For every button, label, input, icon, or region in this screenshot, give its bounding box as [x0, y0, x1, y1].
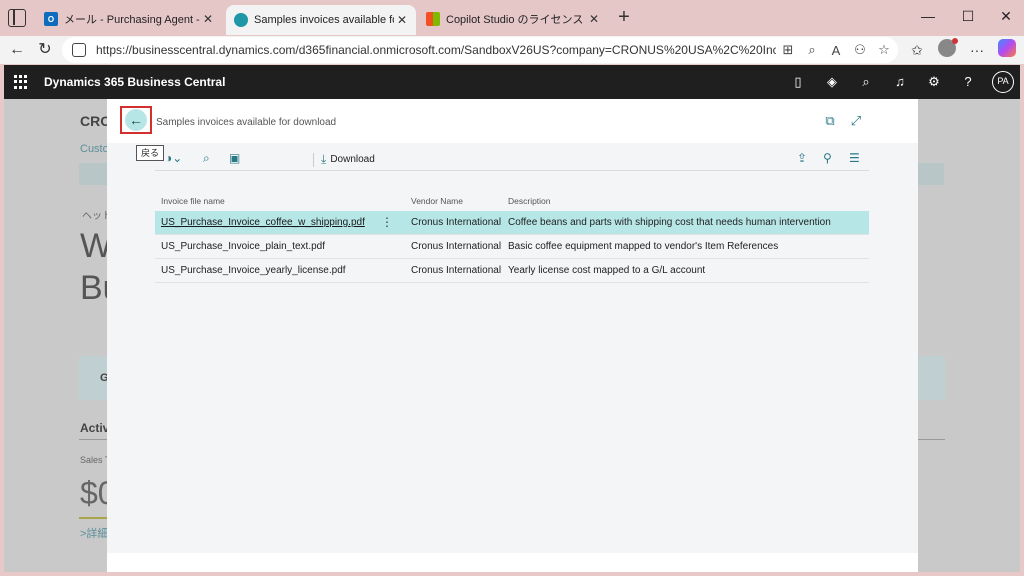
copilot-icon[interactable]	[998, 39, 1016, 57]
table-row[interactable]: US_Purchase_Invoice_yearly_license.pdf C…	[155, 259, 869, 283]
filter-icon[interactable]: ⚲	[823, 151, 832, 165]
description-cell: Coffee beans and parts with shipping cos…	[508, 217, 831, 228]
filter-chip-right	[914, 163, 944, 185]
bell-icon[interactable]: ♫	[892, 74, 908, 90]
tab-title: Copilot Studio のライセンス - Microsoft	[446, 14, 586, 26]
tab-actions-icon[interactable]	[8, 9, 26, 27]
column-description[interactable]: Description	[508, 196, 551, 206]
business-central-icon	[234, 13, 248, 27]
close-tab-icon[interactable]: ✕	[394, 13, 410, 27]
list-view-icon[interactable]: ☰	[849, 151, 860, 165]
document-icon[interactable]: ▯	[790, 74, 806, 90]
row-actions-icon[interactable]: ⋮	[381, 215, 393, 229]
column-file-name[interactable]: Invoice file name	[161, 196, 225, 206]
back-button[interactable]: ←	[120, 106, 152, 134]
open-new-window-icon[interactable]: ⧉	[822, 113, 838, 129]
notification-dot	[952, 38, 958, 44]
activities-title: Activ	[80, 421, 110, 435]
favorites-icon[interactable]: ✩	[906, 40, 928, 60]
description-cell: Yearly license cost mapped to a G/L acco…	[508, 265, 706, 276]
help-icon[interactable]: ?	[960, 74, 976, 90]
search-icon[interactable]: ⌕	[858, 74, 874, 90]
app-bar: Dynamics 365 Business Central ▯ ◈ ⌕ ♫ ⚙ …	[4, 65, 1020, 99]
samples-dialog: ← Samples invoices available for downloa…	[107, 99, 918, 572]
grid-header: Invoice file name Vendor Name Descriptio…	[155, 193, 869, 211]
file-name-cell[interactable]: US_Purchase_Invoice_coffee_w_shipping.pd…	[161, 217, 365, 228]
edit-in-excel-icon[interactable]: ▣	[229, 151, 240, 165]
vendor-cell: Cronus International	[411, 241, 502, 252]
close-tab-icon[interactable]: ✕	[586, 12, 602, 26]
site-info-icon[interactable]	[72, 43, 86, 57]
back-tooltip: 戻る	[136, 145, 164, 161]
more-options-icon[interactable]: ···	[966, 40, 988, 60]
file-name-cell[interactable]: US_Purchase_Invoice_yearly_license.pdf	[161, 265, 346, 276]
address-bar[interactable]: https://businesscentral.dynamics.com/d36…	[62, 37, 898, 63]
download-icon: ⤓	[321, 152, 327, 166]
close-window-icon[interactable]: ✕	[996, 8, 1016, 25]
share-list-icon[interactable]: ⇪	[797, 151, 807, 165]
vendor-cell: Cronus International	[411, 217, 502, 228]
sales-label: Sales T	[80, 455, 111, 465]
outlook-icon: O	[44, 12, 58, 26]
download-label: Download	[330, 154, 375, 165]
tab-title: メール - Purchasing Agent - Outlook	[64, 14, 200, 26]
tab-outlook[interactable]: O メール - Purchasing Agent - Outlook ✕	[36, 6, 222, 32]
expand-icon[interactable]: ⤢	[848, 113, 864, 129]
copilot-actions-icon[interactable]: ◑⌄	[165, 151, 182, 165]
table-row[interactable]: US_Purchase_Invoice_coffee_w_shipping.pd…	[155, 211, 869, 235]
avatar[interactable]: PA	[992, 71, 1014, 93]
tab-samples-invoices[interactable]: Samples invoices available for download …	[226, 5, 416, 35]
dialog-body: 戻る ◑⌄ ⌕ ▣ ⤓ Download ⇪ ⚲ ☰ Invoice file …	[107, 143, 918, 553]
copilot-app-icon[interactable]: ◈	[824, 74, 840, 90]
action-bar: ◑⌄ ⌕ ▣ ⤓ Download ⇪ ⚲ ☰	[155, 149, 869, 171]
dialog-title: Samples invoices available for download	[156, 117, 337, 128]
amount-underline	[79, 517, 109, 519]
dialog-footer	[107, 553, 918, 572]
refresh-icon[interactable]: ↻	[34, 39, 56, 61]
app-launcher-icon[interactable]	[14, 75, 28, 89]
read-aloud-icon[interactable]: A	[824, 43, 848, 58]
minimize-icon[interactable]: —	[918, 8, 938, 24]
search-list-icon[interactable]: ⌕	[203, 151, 210, 166]
table-row[interactable]: US_Purchase_Invoice_plain_text.pdf Cronu…	[155, 235, 869, 259]
app-title[interactable]: Dynamics 365 Business Central	[44, 75, 225, 89]
details-link: >詳細	[80, 528, 109, 540]
file-name-cell[interactable]: US_Purchase_Invoice_plain_text.pdf	[161, 241, 325, 252]
favorite-star-icon[interactable]: ☆	[872, 42, 896, 58]
new-tab-button[interactable]: +	[614, 6, 634, 28]
back-nav-icon[interactable]: ←	[6, 39, 28, 61]
invoice-grid: Invoice file name Vendor Name Descriptio…	[155, 193, 869, 283]
arrow-left-icon: ←	[125, 109, 147, 131]
column-vendor-name[interactable]: Vendor Name	[411, 196, 463, 206]
browser-toolbar: ← ↻ https://businesscentral.dynamics.com…	[0, 36, 1024, 64]
url-text: https://businesscentral.dynamics.com/d36…	[96, 43, 776, 57]
share-icon[interactable]: ⚇	[848, 42, 872, 58]
download-button[interactable]: ⤓ Download	[321, 152, 375, 167]
dialog-header: ← Samples invoices available for downloa…	[107, 99, 918, 143]
zoom-icon[interactable]: ⌕	[800, 42, 824, 58]
browser-tab-strip: O メール - Purchasing Agent - Outlook ✕ Sam…	[0, 0, 1024, 36]
tab-copilot-studio[interactable]: Copilot Studio のライセンス - Microsoft ✕	[418, 6, 608, 32]
customer-link: Custo	[80, 143, 109, 155]
vendor-cell: Cronus International	[411, 265, 502, 276]
maximize-icon[interactable]: ☐	[958, 8, 978, 25]
description-cell: Basic coffee equipment mapped to vendor'…	[508, 241, 779, 252]
tab-title: Samples invoices available for download	[254, 14, 394, 26]
close-tab-icon[interactable]: ✕	[200, 12, 216, 26]
microsoft-icon	[426, 12, 440, 26]
separator	[313, 153, 314, 167]
app-available-icon[interactable]: ⊞	[776, 42, 800, 58]
gear-icon[interactable]: ⚙	[926, 74, 942, 90]
